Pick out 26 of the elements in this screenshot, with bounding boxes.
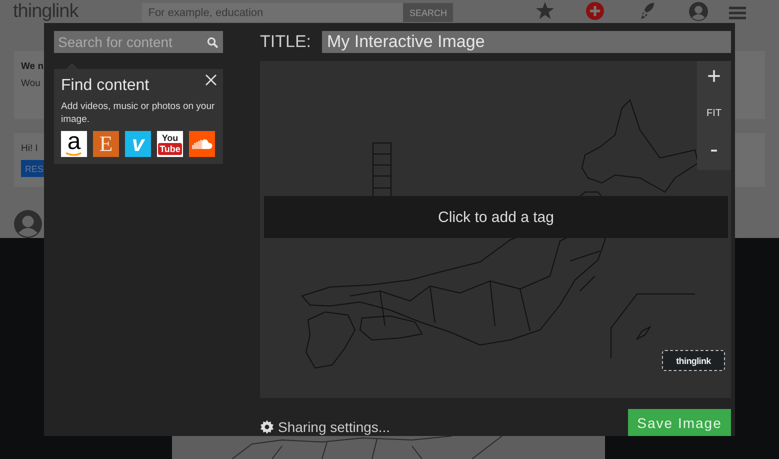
search-icon[interactable] xyxy=(207,36,218,48)
star-icon[interactable] xyxy=(536,2,554,19)
card-title: We n xyxy=(21,61,44,72)
youtube-logo[interactable]: You Tube xyxy=(157,131,183,157)
image-canvas[interactable]: + FIT - Click to add a tag thinglink xyxy=(260,61,731,398)
card-text: Wou xyxy=(21,78,40,89)
amazon-logo[interactable]: a xyxy=(61,131,87,157)
title-field[interactable]: My Interactive Image xyxy=(322,31,731,53)
popover-title: Find content xyxy=(61,77,150,95)
brand-badge[interactable]: thinglink xyxy=(662,350,725,371)
zoom-in-button[interactable]: + xyxy=(706,63,721,91)
content-search-field[interactable]: Search for content xyxy=(54,31,223,53)
avatar-icon[interactable] xyxy=(14,210,42,238)
fit-button[interactable]: FIT xyxy=(706,108,722,119)
add-tag-bar[interactable]: Click to add a tag xyxy=(264,196,728,238)
title-label: TITLE: xyxy=(260,32,312,52)
avatar-icon[interactable] xyxy=(689,2,708,21)
popover-text: Add videos, music or photos on your image. xyxy=(61,100,216,126)
close-icon[interactable] xyxy=(205,74,217,86)
cloud-icon[interactable] xyxy=(189,131,215,157)
plus-icon[interactable] xyxy=(586,2,604,20)
rocket-icon[interactable] xyxy=(640,2,656,20)
sharing-settings-link[interactable]: Sharing settings... xyxy=(260,419,390,435)
card-text: Hi! I xyxy=(21,143,38,154)
menu-icon[interactable] xyxy=(729,6,746,20)
zoom-out-button[interactable]: - xyxy=(710,136,718,164)
